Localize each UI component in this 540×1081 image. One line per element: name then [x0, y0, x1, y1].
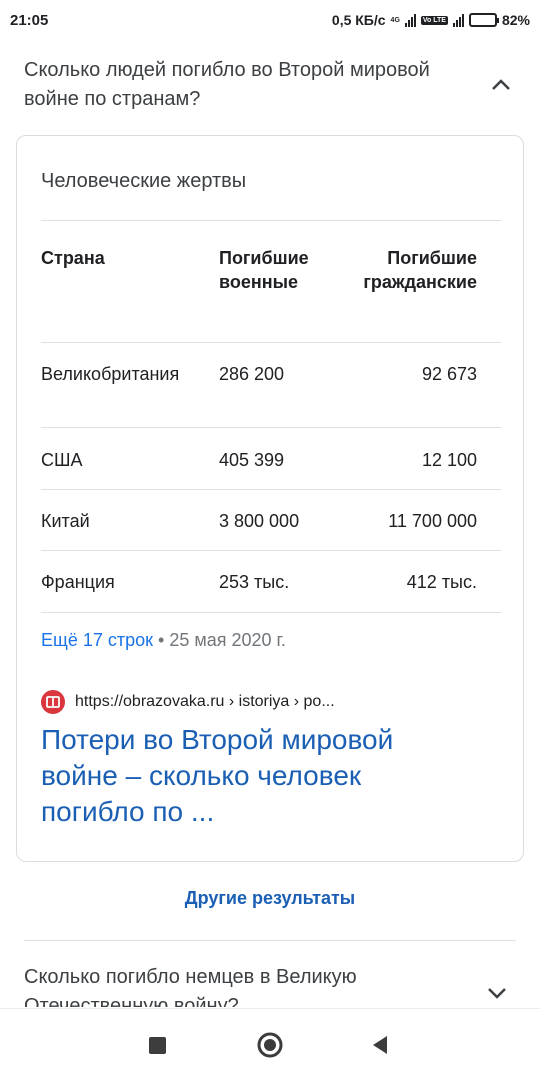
result-title-link[interactable]: Потери во Второй мировой войне – сколько…	[41, 722, 451, 830]
divider	[41, 489, 501, 490]
battery-percent: 82%	[501, 12, 530, 28]
volte-icon: Vo LTE	[420, 15, 448, 25]
bullet: •	[158, 630, 165, 650]
divider	[41, 220, 501, 221]
col-header-military: Погибшие военные	[219, 248, 309, 292]
more-rows-link[interactable]: Ещё 17 строк	[41, 630, 153, 650]
home-button[interactable]	[240, 1009, 300, 1081]
divider	[41, 342, 501, 343]
col-header-civilian: Погибшие гражданские	[363, 248, 477, 292]
table-cell-country: Китай	[41, 511, 90, 531]
question-header[interactable]: Сколько людей погибло во Второй мировой …	[24, 56, 516, 114]
source-date: 25 мая 2020 г.	[169, 630, 286, 650]
table-cell-country: США	[41, 450, 83, 470]
table-cell-civilian: 412 тыс.	[406, 572, 477, 592]
table-cell-country: Франция	[41, 572, 115, 592]
source-row[interactable]: https://obrazovaka.ru › istoriya › po...	[41, 690, 335, 714]
table-cell-country: Великобритания	[41, 364, 180, 384]
more-rows-row: Ещё 17 строк • 25 мая 2020 г.	[41, 630, 286, 651]
table-cell-military: 286 200	[219, 364, 285, 384]
question-text: Сколько людей погибло во Второй мировой …	[24, 59, 430, 110]
chevron-up-icon[interactable]	[486, 70, 516, 100]
signal-icon-2	[452, 13, 464, 27]
table-cell-civilian: 11 700 000	[388, 511, 477, 531]
divider	[41, 550, 501, 551]
table-cell-civilian: 92 673	[421, 364, 477, 384]
chevron-down-icon[interactable]	[482, 978, 512, 1008]
back-button[interactable]	[350, 1009, 410, 1081]
system-nav-bar	[0, 1008, 540, 1080]
divider	[24, 940, 516, 941]
battery-icon	[468, 13, 499, 27]
table-cell-civilian: 12 100	[421, 450, 477, 470]
table-cell-military: 405 399	[219, 450, 285, 470]
table-cell-military: 3 800 000	[219, 511, 300, 531]
related-question-text[interactable]: Сколько погибло немцев в Великую Отечест…	[24, 963, 444, 1007]
col-header-country: Страна	[41, 248, 105, 268]
table-cell-military: 253 тыс.	[219, 572, 290, 592]
back-triangle-icon	[373, 1036, 387, 1054]
source-url: https://obrazovaka.ru › istoriya › po...	[75, 693, 335, 710]
status-icons: 0,5 КБ/с 4G Vo LTE 82%	[332, 12, 530, 28]
signal-icon	[404, 13, 416, 27]
other-results-link[interactable]: Другие результаты	[0, 888, 540, 909]
recent-apps-button[interactable]	[127, 1009, 187, 1081]
divider	[41, 427, 501, 428]
card-title: Человеческие жертвы	[41, 170, 247, 192]
status-time: 21:05	[10, 11, 49, 29]
site-favicon-icon	[41, 690, 65, 714]
answer-card: Человеческие жертвы Страна Погибшие воен…	[16, 135, 524, 862]
network-speed: 0,5 КБ/с	[331, 12, 386, 28]
net-type-tag: 4G	[390, 16, 400, 24]
status-bar: 21:05 0,5 КБ/с 4G Vo LTE 82%	[0, 0, 540, 40]
square-icon	[148, 1036, 166, 1054]
divider	[41, 612, 501, 613]
home-circle-icon	[257, 1032, 283, 1058]
